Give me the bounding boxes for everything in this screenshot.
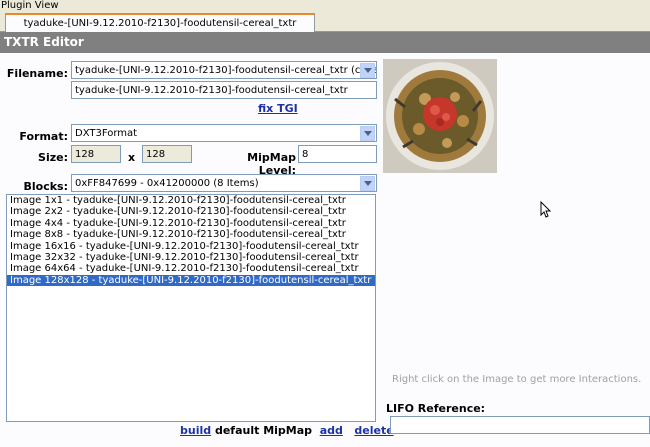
list-item[interactable]: Image 8x8 - tyaduke-[UNI-9.12.2010-f2130… bbox=[7, 229, 375, 240]
window-title: Plugin View bbox=[0, 0, 650, 12]
format-label: Format: bbox=[19, 130, 68, 143]
lifo-reference-input[interactable] bbox=[390, 416, 650, 434]
list-item[interactable]: Image 1x1 - tyaduke-[UNI-9.12.2010-f2130… bbox=[7, 195, 375, 206]
mouse-pointer-icon bbox=[540, 200, 552, 222]
filename-label: Filename: bbox=[6, 67, 68, 80]
list-item[interactable]: Image 32x32 - tyaduke-[UNI-9.12.2010-f21… bbox=[7, 252, 375, 263]
cereal-bowl-image bbox=[383, 59, 497, 173]
chevron-down-icon[interactable] bbox=[360, 176, 375, 191]
tab-plugin-file[interactable]: tyaduke-[UNI-9.12.2010-f2130]-foodutensi… bbox=[5, 13, 315, 33]
chevron-down-icon[interactable] bbox=[360, 63, 375, 78]
width-field: 128 bbox=[71, 145, 121, 163]
format-select[interactable]: DXT3Format bbox=[71, 124, 377, 142]
list-item[interactable]: Image 2x2 - tyaduke-[UNI-9.12.2010-f2130… bbox=[7, 206, 375, 217]
lifo-reference-label: LIFO Reference: bbox=[386, 402, 486, 415]
list-actions: build default MipMap add delete bbox=[180, 424, 394, 437]
list-item-selected[interactable]: Image 128x128 - tyaduke-[UNI-9.12.2010-f… bbox=[7, 274, 375, 287]
size-separator: x bbox=[128, 151, 136, 164]
filename-select[interactable]: tyaduke-[UNI-9.12.2010-f2130]-foodutensi… bbox=[71, 61, 377, 79]
texture-preview-image[interactable] bbox=[383, 59, 497, 173]
list-item[interactable]: Image 64x64 - tyaduke-[UNI-9.12.2010-f21… bbox=[7, 263, 375, 274]
mipmap-level-input[interactable]: 8 bbox=[298, 145, 377, 163]
chevron-down-icon[interactable] bbox=[360, 126, 375, 141]
editor-header: TXTR Editor bbox=[0, 32, 650, 53]
height-field: 128 bbox=[142, 145, 192, 163]
size-label: Size: bbox=[38, 151, 68, 164]
list-item[interactable]: Image 16x16 - tyaduke-[UNI-9.12.2010-f21… bbox=[7, 241, 375, 252]
blocks-label: Blocks: bbox=[23, 180, 69, 193]
filename-input[interactable]: tyaduke-[UNI-9.12.2010-f2130]-foodutensi… bbox=[71, 81, 377, 99]
filename-select-value: tyaduke-[UNI-9.12.2010-f2130]-foodutensi… bbox=[75, 65, 377, 76]
preview-hint: Right click on the Image to get more Int… bbox=[392, 374, 642, 385]
add-link[interactable]: add bbox=[320, 424, 343, 437]
fix-tgi-link[interactable]: fix TGI bbox=[258, 102, 298, 115]
format-select-value: DXT3Format bbox=[75, 128, 138, 139]
list-item[interactable]: Image 4x4 - tyaduke-[UNI-9.12.2010-f2130… bbox=[7, 218, 375, 229]
delete-link[interactable]: delete bbox=[354, 424, 393, 437]
mipmap-image-list[interactable]: Image 1x1 - tyaduke-[UNI-9.12.2010-f2130… bbox=[6, 194, 376, 422]
blocks-select[interactable]: 0xFF847699 - 0x41200000 (8 Items) bbox=[71, 174, 377, 192]
default-mipmap-text: default MipMap bbox=[214, 424, 313, 437]
build-link[interactable]: build bbox=[180, 424, 211, 437]
blocks-select-value: 0xFF847699 - 0x41200000 (8 Items) bbox=[75, 178, 259, 189]
